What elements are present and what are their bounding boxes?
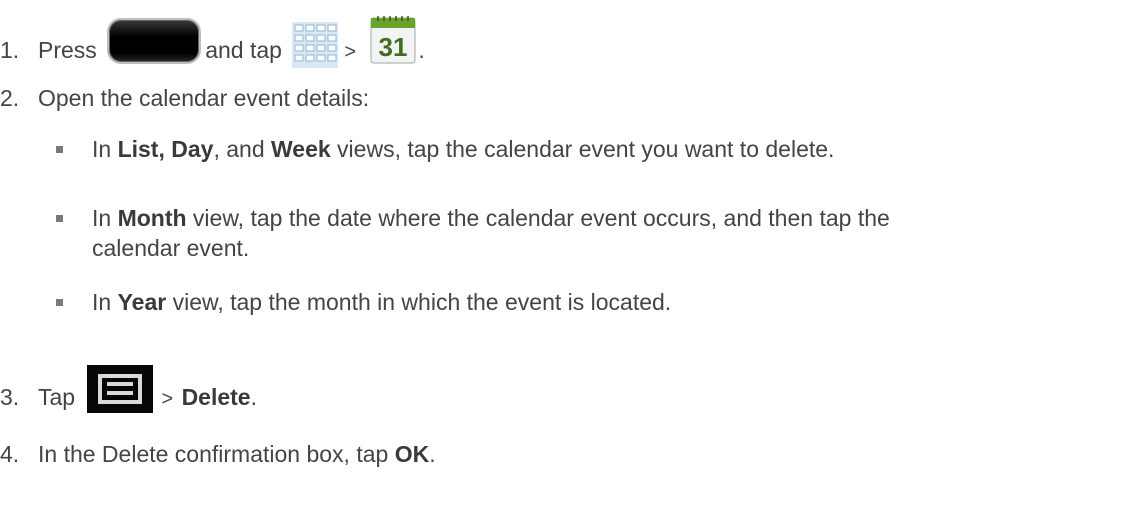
step-end: . — [429, 441, 436, 467]
bullet-marker — [56, 146, 63, 153]
step-3: 3. Tap > Delete. — [0, 365, 257, 413]
step-text: and tap — [205, 37, 282, 63]
calendar-icon: 31 — [370, 16, 416, 64]
bullet-bold: Week — [271, 136, 331, 162]
bullet-text: , and — [213, 136, 271, 162]
step-2: 2. Open the calendar event details: — [0, 84, 369, 112]
bullet-text: view, tap the date where the calendar ev… — [186, 205, 890, 231]
step-number: 1. — [0, 37, 20, 63]
step-bold: Delete — [181, 384, 251, 410]
bullet-item-year: In Year view, tap the month in which the… — [92, 288, 671, 316]
bullet-text: In — [92, 136, 118, 162]
bullet-item-list-day-week: In List, Day, and Week views, tap the ca… — [92, 135, 834, 163]
step-number: 4. — [0, 441, 20, 467]
bullet-text: In — [92, 289, 118, 315]
bullet-bold: Month — [117, 205, 187, 231]
apps-grid-icon — [292, 22, 339, 68]
bullet-text: views, tap the calendar event you want t… — [330, 136, 835, 162]
step-4: 4. In the Delete confirmation box, tap OK… — [0, 440, 436, 468]
separator: > — [344, 41, 357, 63]
step-end: . — [418, 37, 425, 63]
bullet-text: calendar event. — [92, 235, 250, 261]
step-1: 1. Press and tap > 31 . — [0, 16, 425, 68]
step-number: 3. — [0, 384, 20, 410]
bullet-bold: Year — [117, 289, 167, 315]
bullet-marker — [56, 215, 63, 222]
step-text: In the Delete confirmation box, tap — [38, 441, 389, 467]
bullet-text: In — [92, 205, 118, 231]
bullet-item-month-line2: calendar event. — [92, 234, 249, 262]
bullet-text: view, tap the month in which the event i… — [166, 289, 672, 315]
calendar-day: 31 — [379, 32, 408, 62]
step-end: . — [250, 384, 257, 410]
step-text: Tap — [38, 384, 76, 410]
menu-key-icon — [87, 365, 154, 413]
bullet-item-month: In Month view, tap the date where the ca… — [92, 204, 890, 232]
step-bold: OK — [394, 441, 430, 467]
separator: > — [161, 388, 174, 410]
bullet-bold: List, Day — [117, 136, 214, 162]
home-key-icon — [107, 18, 202, 64]
step-text: Open the calendar event details: — [38, 85, 370, 111]
step-number: 2. — [0, 85, 20, 111]
step-text: Press — [38, 37, 97, 63]
bullet-marker — [56, 299, 63, 306]
